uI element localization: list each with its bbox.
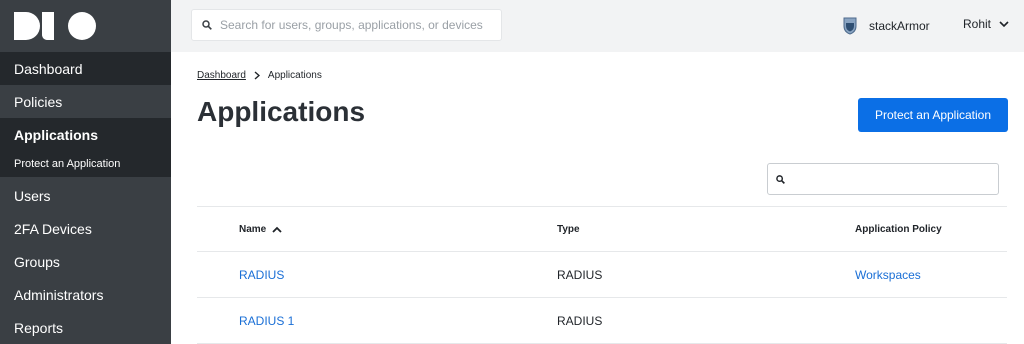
- sidebar-item-label: Groups: [14, 253, 60, 270]
- breadcrumb-current: Applications: [267, 70, 322, 81]
- sidebar: Dashboard Policies Applications Protect …: [0, 0, 171, 344]
- page-title: Applications: [197, 96, 366, 127]
- application-policy-link[interactable]: Workspaces: [855, 268, 921, 282]
- shield-icon: [843, 17, 857, 35]
- sidebar-item-applications[interactable]: Applications: [0, 118, 171, 151]
- table-header-row: Name Type Application Policy: [197, 206, 1007, 252]
- duo-logo[interactable]: [0, 0, 171, 52]
- global-search-input[interactable]: Search for users, groups, applications, …: [191, 9, 502, 41]
- sidebar-item-2fa-devices[interactable]: 2FA Devices: [0, 212, 171, 245]
- sidebar-item-dashboard[interactable]: Dashboard: [0, 52, 171, 85]
- application-name-link[interactable]: RADIUS 1: [239, 314, 294, 328]
- applications-search-input[interactable]: [767, 163, 999, 195]
- sidebar-item-reports[interactable]: Reports: [0, 311, 171, 344]
- chevron-down-icon: [999, 20, 1009, 27]
- applications-table: Name Type Application Policy RADIUS RADI…: [197, 206, 1007, 344]
- org-switcher[interactable]: stackArmor: [843, 17, 930, 35]
- column-header-label: Name: [239, 223, 267, 235]
- sidebar-item-policies[interactable]: Policies: [0, 85, 171, 118]
- sidebar-item-label: Reports: [14, 319, 64, 336]
- sidebar-item-groups[interactable]: Groups: [0, 245, 171, 278]
- duo-logo-icon: [14, 12, 96, 40]
- sidebar-item-users[interactable]: Users: [0, 179, 171, 212]
- org-name: stackArmor: [869, 19, 930, 33]
- search-placeholder: Search for users, groups, applications, …: [220, 18, 483, 32]
- application-type: RADIUS: [557, 267, 603, 282]
- sidebar-item-label: 2FA Devices: [14, 220, 92, 237]
- sidebar-item-label: Protect an Application: [14, 158, 121, 170]
- breadcrumb: Dashboard Applications: [197, 70, 322, 81]
- user-menu[interactable]: Rohit: [963, 17, 1009, 31]
- search-icon: [776, 174, 785, 184]
- sort-ascending-icon: [272, 226, 282, 233]
- table-row: RADIUS 1 RADIUS: [197, 298, 1007, 344]
- main-content: Dashboard Applications Applications Prot…: [171, 52, 1024, 344]
- sidebar-item-administrators[interactable]: Administrators: [0, 278, 171, 311]
- table-row: RADIUS RADIUS Workspaces: [197, 252, 1007, 298]
- protect-application-button[interactable]: Protect an Application: [858, 98, 1008, 132]
- user-name: Rohit: [963, 17, 992, 31]
- sidebar-item-label: Applications: [14, 126, 99, 143]
- sidebar-item-label: Administrators: [14, 286, 104, 303]
- search-icon: [202, 20, 212, 30]
- column-header-name[interactable]: Name: [197, 224, 511, 235]
- sidebar-item-label: Dashboard: [14, 60, 83, 77]
- sidebar-item-protect-application[interactable]: Protect an Application: [0, 151, 171, 177]
- application-type: RADIUS: [557, 313, 603, 328]
- column-header-policy[interactable]: Application Policy: [809, 224, 1007, 235]
- column-header-type[interactable]: Type: [511, 224, 809, 235]
- chevron-right-icon: [254, 71, 260, 80]
- top-header: Search for users, groups, applications, …: [171, 0, 1024, 52]
- application-name-link[interactable]: RADIUS: [239, 268, 284, 282]
- sidebar-item-label: Policies: [14, 93, 63, 110]
- breadcrumb-dashboard-link[interactable]: Dashboard: [197, 70, 246, 81]
- sidebar-item-label: Users: [14, 187, 51, 204]
